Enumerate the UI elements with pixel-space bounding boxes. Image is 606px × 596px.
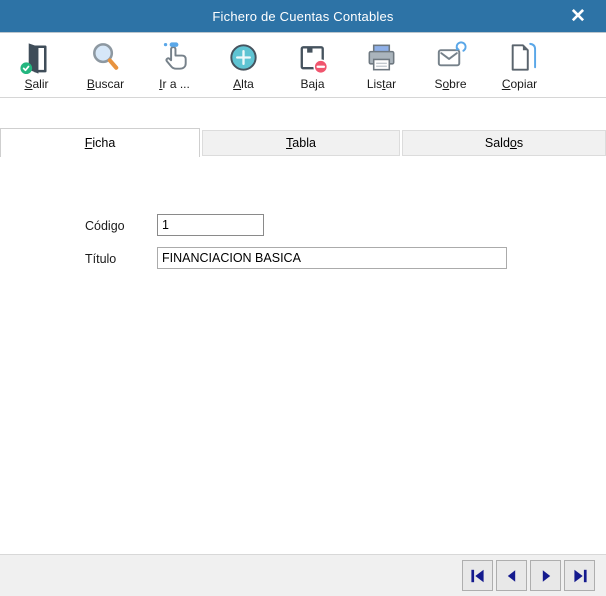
- record-navigator: [462, 560, 595, 591]
- pointing-hand-icon: [156, 39, 193, 76]
- tab-saldos[interactable]: Saldos: [402, 130, 606, 156]
- first-record-button[interactable]: [462, 560, 493, 591]
- titulo-input[interactable]: [157, 247, 507, 269]
- toolbar: Salir Buscar Ir a ... Alta: [0, 34, 606, 98]
- salir-button[interactable]: Salir: [2, 39, 71, 95]
- baja-label: Baja: [300, 77, 324, 91]
- next-record-icon: [538, 568, 554, 584]
- tab-tabla[interactable]: Tabla: [202, 130, 400, 156]
- baja-button[interactable]: Baja: [278, 39, 347, 95]
- magnifier-icon: [87, 39, 124, 76]
- previous-record-button[interactable]: [496, 560, 527, 591]
- ir-a-button[interactable]: Ir a ...: [140, 39, 209, 95]
- title-bar: Fichero de Cuentas Contables ✕: [0, 0, 606, 33]
- printer-icon: [363, 39, 400, 76]
- ir-a-label: Ir a ...: [159, 77, 190, 91]
- window-title: Fichero de Cuentas Contables: [212, 9, 393, 24]
- copy-document-icon: [501, 39, 538, 76]
- listar-label: Listar: [367, 77, 396, 91]
- codigo-label: Código: [85, 219, 125, 233]
- envelope-refresh-icon: [432, 39, 469, 76]
- box-minus-icon: [294, 39, 331, 76]
- door-exit-icon: [18, 39, 55, 76]
- dialog-fichero-cuentas: Fichero de Cuentas Contables ✕ Salir Bus…: [0, 0, 606, 596]
- buscar-label: Buscar: [87, 77, 124, 91]
- alta-button[interactable]: Alta: [209, 39, 278, 95]
- tab-content-ficha: Código Título: [0, 157, 606, 554]
- listar-button[interactable]: Listar: [347, 39, 416, 95]
- plus-circle-icon: [225, 39, 262, 76]
- sobre-button[interactable]: Sobre: [416, 39, 485, 95]
- codigo-input[interactable]: [157, 214, 264, 236]
- tab-strip: Ficha Tabla Saldos: [0, 128, 606, 157]
- close-icon[interactable]: ✕: [560, 0, 596, 33]
- previous-record-icon: [504, 568, 520, 584]
- titulo-label: Título: [85, 252, 116, 266]
- last-record-button[interactable]: [564, 560, 595, 591]
- salir-label: Salir: [24, 77, 48, 91]
- first-record-icon: [470, 568, 486, 584]
- sobre-label: Sobre: [434, 77, 466, 91]
- alta-label: Alta: [233, 77, 254, 91]
- last-record-icon: [572, 568, 588, 584]
- copiar-label: Copiar: [502, 77, 537, 91]
- copiar-button[interactable]: Copiar: [485, 39, 554, 95]
- next-record-button[interactable]: [530, 560, 561, 591]
- buscar-button[interactable]: Buscar: [71, 39, 140, 95]
- tab-ficha[interactable]: Ficha: [0, 128, 200, 157]
- bottom-bar: [0, 554, 606, 596]
